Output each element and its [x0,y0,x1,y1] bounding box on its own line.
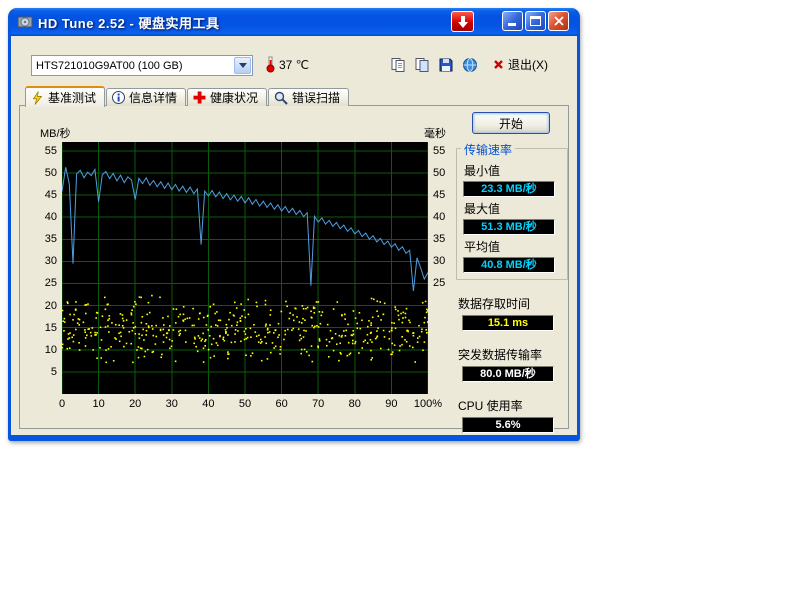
window-title: HD Tune 2.52 - 硬盘实用工具 [38,13,219,32]
x-axis-tick-label: 30 [155,398,189,410]
x-axis-tick-label: 50 [228,398,262,410]
hdtune-window: HD Tune 2.52 - 硬盘实用工具 HTS721010G9AT00 (1… [8,8,580,441]
close-icon [554,16,564,26]
app-icon [17,14,33,30]
x-axis-tick-label: 90 [374,398,408,410]
y-axis-tick-label: 45 [24,189,57,201]
tab-info-label: 信息详情 [129,89,177,106]
y-axis-tick-label: 25 [433,277,455,289]
burst-rate-value: 80.0 MB/秒 [462,366,554,382]
globe-icon [462,57,478,73]
x-axis-tick-label: 80 [338,398,372,410]
y-axis-tick-label: 35 [433,233,455,245]
start-button[interactable]: 开始 [472,112,550,134]
copy-screenshot-button[interactable] [411,54,433,76]
tab-error-scan-label: 错误扫描 [292,89,340,106]
drive-select-value: HTS721010G9AT00 (100 GB) [32,60,234,72]
tab-health[interactable]: 健康状况 [187,88,267,106]
copy-screenshot-icon [414,57,430,73]
y-axis-tick-label: 50 [24,167,57,179]
thermometer-icon [265,55,276,73]
exit-label: 退出(X) [508,56,548,73]
x-axis-tick-label: 40 [191,398,225,410]
max-value: 51.3 MB/秒 [463,219,555,235]
benchmark-icon [31,91,44,105]
chevron-down-icon[interactable] [234,57,251,74]
y-axis-tick-label: 10 [24,344,57,356]
maximize-button[interactable] [525,11,546,31]
exit-x-icon [493,59,504,70]
temperature-value: 37 ℃ [279,58,309,72]
plot-area [62,142,428,394]
tab-benchmark[interactable]: 基准测试 [25,86,105,107]
screenshot-button[interactable] [451,11,474,32]
close-button[interactable] [548,11,569,31]
y-axis-tick-label: 50 [433,167,455,179]
min-label: 最小值 [464,162,567,179]
error-scan-icon [274,91,288,105]
website-button[interactable] [459,54,481,76]
y-axis-tick-label: 5 [24,366,57,378]
y-axis-tick-label: 40 [24,211,57,223]
y-axis-left-title: MB/秒 [40,125,71,141]
y-axis-tick-label: 25 [24,277,57,289]
x-axis-tick-label: 0 [45,398,79,410]
down-arrow-icon [457,15,469,29]
x-axis-tick-label: 70 [301,398,335,410]
cpu-usage-value: 5.6% [462,417,554,433]
access-time-value: 15.1 ms [462,315,554,331]
y-axis-tick-label: 35 [24,233,57,245]
toolbar-icons [387,54,481,76]
x-axis-tick-label: 60 [265,398,299,410]
info-icon [112,91,125,104]
results-column: 开始 传输速率 最小值 23.3 MB/秒 最大值 51.3 MB/秒 平均值 … [456,112,568,433]
tab-error-scan[interactable]: 错误扫描 [268,88,349,106]
y-axis-right-title: 毫秒 [424,125,446,141]
x-axis-tick-label: 100% [411,398,445,410]
copy-text-icon [390,57,406,73]
client-area: HTS721010G9AT00 (100 GB) 37 ℃ [11,36,577,435]
y-axis-tick-label: 55 [24,145,57,157]
tab-benchmark-label: 基准测试 [48,89,96,106]
min-value: 23.3 MB/秒 [463,181,555,197]
tab-health-label: 健康状况 [210,89,258,106]
cpu-usage-label: CPU 使用率 [458,397,568,414]
maximize-icon [530,16,541,26]
drive-select[interactable]: HTS721010G9AT00 (100 GB) [31,55,253,76]
max-label: 最大值 [464,200,567,217]
burst-rate-label: 突发数据传输率 [458,346,568,363]
tab-strip: 基准测试 信息详情 健康状况 错误扫描 [19,87,350,106]
y-axis-tick-label: 20 [24,300,57,312]
avg-value: 40.8 MB/秒 [463,257,555,273]
transfer-rate-group: 传输速率 最小值 23.3 MB/秒 最大值 51.3 MB/秒 平均值 40.… [456,148,568,280]
transfer-rate-title: 传输速率 [461,141,515,158]
title-bar[interactable]: HD Tune 2.52 - 硬盘实用工具 [11,8,577,36]
y-axis-tick-label: 55 [433,145,455,157]
benchmark-chart: MB/秒 毫秒 5 10 15 20 25 30 35 40 45 50 55 55 50 45 40 35 3… [24,110,470,422]
copy-text-button[interactable] [387,54,409,76]
x-axis-tick-label: 20 [118,398,152,410]
x-axis-tick-label: 10 [82,398,116,410]
y-axis-tick-label: 30 [433,255,455,267]
y-axis-tick-label: 30 [24,255,57,267]
benchmark-panel: MB/秒 毫秒 5 10 15 20 25 30 35 40 45 50 55 55 50 45 40 35 3… [19,105,569,429]
exit-button[interactable]: 退出(X) [493,56,548,73]
y-axis-tick-label: 40 [433,211,455,223]
save-icon [438,57,454,73]
y-axis-tick-label: 15 [24,322,57,334]
save-screenshot-button[interactable] [435,54,457,76]
tab-info[interactable]: 信息详情 [106,88,186,106]
access-time-label: 数据存取时间 [458,295,568,312]
minimize-icon [508,17,518,26]
avg-label: 平均值 [464,238,567,255]
y-axis-tick-label: 45 [433,189,455,201]
minimize-button[interactable] [502,11,523,31]
health-icon [193,91,206,104]
